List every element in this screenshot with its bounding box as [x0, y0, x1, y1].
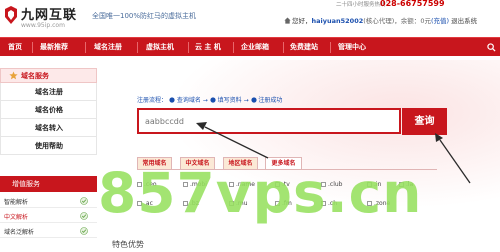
- sidebar-item-register[interactable]: 域名注册: [0, 83, 97, 101]
- sidebar-item-help[interactable]: 使用帮助: [0, 137, 97, 155]
- watermark: 857vps.cn: [98, 161, 423, 225]
- home-icon: [284, 17, 291, 24]
- balance: 0元: [420, 17, 431, 25]
- check-icon: [80, 227, 88, 235]
- sidebar-sub-item-wildcard-dns[interactable]: 域名泛解析: [0, 224, 97, 238]
- greeting: 您好，: [292, 17, 312, 25]
- nav-divider: [32, 42, 33, 53]
- sidebar-item-label: 使用帮助: [35, 142, 63, 150]
- nav-home[interactable]: 首页: [8, 38, 22, 57]
- nav-recommend[interactable]: 最新推荐: [40, 38, 68, 57]
- nav-cloud-host[interactable]: 云 主 机: [195, 38, 221, 57]
- nav-virtual-host[interactable]: 虚拟主机: [146, 38, 174, 57]
- step-3-icon: [250, 97, 257, 103]
- logo[interactable]: 九网互联 www.95ip.com: [3, 3, 93, 33]
- nav-divider: [188, 42, 189, 53]
- logout-link[interactable]: 退出系统: [451, 17, 477, 25]
- sidebar-sub-label: 智能解析: [4, 199, 29, 206]
- nav-divider: [137, 42, 138, 53]
- sidebar-sub-label: 域名泛解析: [4, 229, 35, 236]
- recharge-link[interactable]: (充值): [431, 17, 449, 25]
- nav-divider: [85, 42, 86, 53]
- brand-name: 九网互联: [21, 8, 78, 23]
- sidebar-item-label: 域名转入: [35, 124, 63, 132]
- query-button[interactable]: 查询: [402, 108, 447, 135]
- features-title: 特色优势: [112, 240, 144, 249]
- nav-divider: [233, 42, 234, 53]
- slogan: 全国唯一100%防红马的虚拟主机: [92, 12, 197, 20]
- step-success: 注册成功: [258, 97, 283, 104]
- star-icon: [9, 71, 18, 80]
- nav-admin-center[interactable]: 管理中心: [338, 38, 366, 57]
- nav-enterprise-mail[interactable]: 企业邮箱: [241, 38, 269, 57]
- sidebar-item-label: 域名注册: [35, 88, 63, 96]
- header: 九网互联 www.95ip.com 全国唯一100%防红马的虚拟主机 二十四小时…: [0, 0, 500, 36]
- check-icon: [80, 212, 88, 220]
- check-icon: [80, 197, 88, 205]
- step-fill-info: 填写资料: [217, 97, 242, 104]
- logo-mark-icon: [5, 6, 17, 24]
- username-link[interactable]: haiyuan52002: [312, 17, 364, 25]
- sidebar-sub-item-smart-dns[interactable]: 智能解析: [0, 194, 97, 208]
- sidebar-section-title: 增值服务: [12, 180, 40, 188]
- search-icon[interactable]: [487, 43, 496, 52]
- sidebar-sub-item-chinese-dns[interactable]: 中文解析: [0, 209, 97, 223]
- sidebar-item-label: 域名价格: [35, 106, 63, 114]
- sidebar-title: 域名服务: [21, 72, 49, 80]
- sidebar-header-value-added: 增值服务: [0, 176, 97, 192]
- sidebar-item-price[interactable]: 域名价格: [0, 101, 97, 119]
- sidebar-sub-label: 中文解析: [4, 214, 29, 221]
- registration-steps: 注册流程： 查询域名 → 填写资料 → 注册成功: [137, 97, 283, 104]
- hotline-number: 028-66757599: [380, 0, 445, 8]
- sidebar-item-transfer[interactable]: 域名转入: [0, 119, 97, 137]
- domain-search-input[interactable]: [145, 115, 385, 127]
- user-level: (核心代理)，余额：: [363, 17, 421, 25]
- nav-domain-register[interactable]: 域名注册: [94, 38, 122, 57]
- step-2-icon: [210, 97, 216, 103]
- step-1-icon: [169, 97, 175, 103]
- step-query: 查询域名: [176, 97, 201, 104]
- steps-label: 注册流程：: [137, 97, 168, 104]
- sidebar-header-domain: 域名服务: [0, 68, 97, 83]
- main-nav: 首页 最新推荐 域名注册 虚拟主机 云 主 机 企业邮箱 免费建站 管理中心: [0, 37, 500, 56]
- user-bar: 您好，haiyuan52002(核心代理)，余额：0元(充值) 退出系统: [284, 15, 477, 25]
- site-url: www.95ip.com: [21, 22, 65, 29]
- nav-free-site[interactable]: 免费建站: [290, 38, 318, 57]
- domain-search-box: [137, 108, 401, 134]
- nav-divider: [283, 42, 284, 53]
- nav-divider: [330, 42, 331, 53]
